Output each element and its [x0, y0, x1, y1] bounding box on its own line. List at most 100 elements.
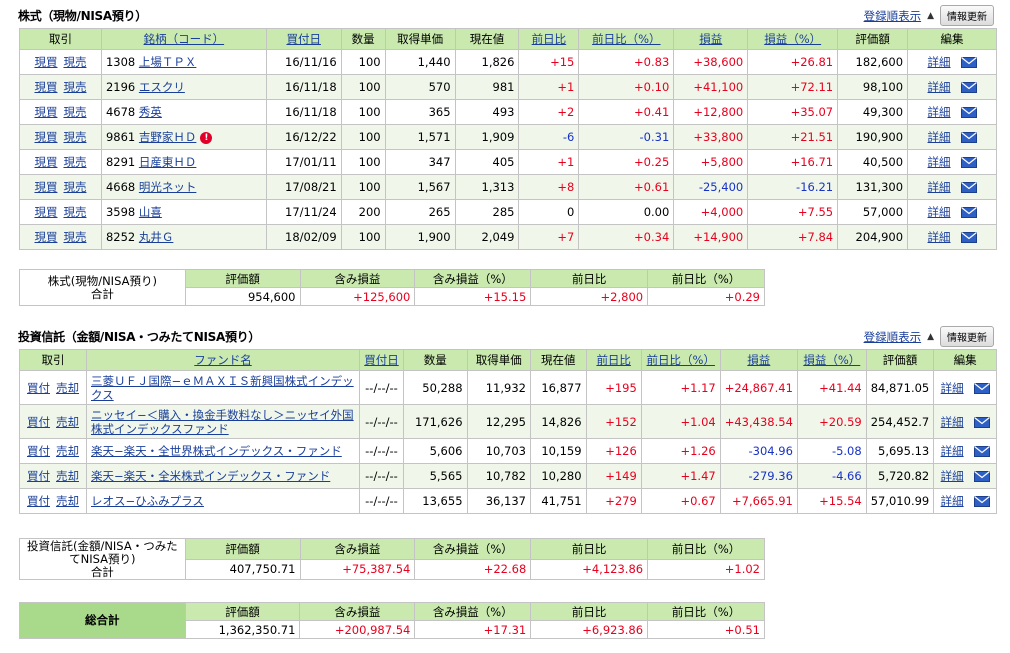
- sell-link[interactable]: 現売: [63, 180, 86, 194]
- sell-link[interactable]: 現売: [63, 55, 86, 69]
- funds-sort-link[interactable]: 登録順表示: [864, 329, 922, 345]
- detail-link[interactable]: 詳細: [928, 130, 951, 144]
- buy-link[interactable]: 現買: [34, 155, 57, 169]
- day-change-pct: +0.61: [578, 174, 675, 200]
- detail-link[interactable]: 詳細: [928, 205, 951, 219]
- mail-icon[interactable]: [973, 382, 990, 394]
- column-header[interactable]: 前日比: [518, 28, 580, 50]
- sell-link[interactable]: 現売: [63, 80, 86, 94]
- buy-link[interactable]: 買付: [27, 469, 50, 483]
- mail-icon[interactable]: [960, 57, 977, 68]
- security-name-link[interactable]: 秀英: [139, 105, 162, 119]
- funds-update-button[interactable]: 情報更新: [940, 326, 994, 347]
- security-name-link[interactable]: 丸井Ｇ: [139, 230, 174, 244]
- security-code: 8291: [105, 155, 136, 169]
- unit-cost: 570: [384, 74, 456, 100]
- buy-link[interactable]: 現買: [34, 105, 57, 119]
- sell-link[interactable]: 現売: [63, 130, 86, 144]
- buy-link[interactable]: 買付: [27, 415, 50, 429]
- buy-link[interactable]: 現買: [34, 80, 57, 94]
- security-name-link[interactable]: 明光ネット: [139, 180, 197, 194]
- column-header[interactable]: 前日比（%）: [578, 28, 675, 50]
- buy-link[interactable]: 買付: [27, 494, 50, 508]
- buy-link[interactable]: 現買: [34, 180, 57, 194]
- market-value: 131,300: [837, 174, 909, 200]
- mail-icon[interactable]: [960, 232, 977, 243]
- column-header[interactable]: 損益: [673, 28, 749, 50]
- column-header[interactable]: 買付日: [265, 28, 342, 50]
- detail-link[interactable]: 詳細: [928, 180, 951, 194]
- current-price: 1,826: [454, 49, 520, 75]
- sell-link[interactable]: 現売: [63, 155, 86, 169]
- mail-icon[interactable]: [960, 82, 977, 93]
- mail-icon[interactable]: [960, 157, 977, 168]
- sell-link[interactable]: 売却: [56, 415, 79, 429]
- current-price: 10,159: [529, 438, 587, 464]
- market-value: 204,900: [837, 224, 909, 250]
- sell-link[interactable]: 現売: [63, 205, 86, 219]
- fund-name-link[interactable]: 楽天−楽天・全世界株式インデックス・ファンド: [91, 444, 342, 458]
- summary-header: 前日比（%）: [647, 602, 765, 621]
- fund-name-link[interactable]: 楽天−楽天・全米株式インデックス・ファンド: [91, 469, 330, 483]
- table-row: 現買 現売 1308 上場ＴＰＸ 16/11/16 100 1,440 1,826 +15 +0…: [19, 49, 997, 75]
- sell-link[interactable]: 売却: [56, 469, 79, 483]
- column-header[interactable]: 損益（%）: [747, 28, 839, 50]
- detail-link[interactable]: 詳細: [928, 105, 951, 119]
- detail-link[interactable]: 詳細: [941, 494, 964, 508]
- buy-link[interactable]: 買付: [27, 381, 50, 395]
- column-header[interactable]: 銘柄（コード）: [100, 28, 267, 50]
- security-cell: 4668 明光ネット: [100, 174, 267, 200]
- detail-link[interactable]: 詳細: [928, 155, 951, 169]
- sell-link[interactable]: 売却: [56, 381, 79, 395]
- summary-value: +0.29: [647, 287, 765, 306]
- buy-link[interactable]: 現買: [34, 130, 57, 144]
- security-name-link[interactable]: 上場ＴＰＸ: [139, 55, 197, 69]
- mail-icon[interactable]: [973, 496, 990, 507]
- column-header[interactable]: 損益（%）: [796, 349, 867, 371]
- column-header[interactable]: 前日比（%）: [640, 349, 721, 371]
- summary-header: 含み損益: [299, 602, 416, 621]
- buy-link[interactable]: 買付: [27, 444, 50, 458]
- sell-link[interactable]: 売却: [56, 494, 79, 508]
- profit-loss: +5,800: [673, 149, 749, 175]
- mail-icon[interactable]: [960, 182, 977, 193]
- detail-link[interactable]: 詳細: [941, 469, 964, 483]
- mail-icon[interactable]: [973, 416, 990, 428]
- security-name-link[interactable]: 山喜: [139, 205, 162, 219]
- buy-link[interactable]: 現買: [34, 230, 57, 244]
- buy-link[interactable]: 現買: [34, 205, 57, 219]
- security-name-link[interactable]: 日産東ＨＤ: [139, 155, 197, 169]
- day-change-pct: +0.10: [578, 74, 675, 100]
- sell-link[interactable]: 売却: [56, 444, 79, 458]
- unit-cost: 11,932: [466, 370, 531, 405]
- detail-link[interactable]: 詳細: [941, 381, 964, 395]
- fund-name-link[interactable]: 三菱ＵＦＪ国際−ｅＭＡＸＩＳ新興国株式インデックス: [91, 374, 354, 402]
- mail-icon[interactable]: [973, 471, 990, 482]
- stocks-sort-link[interactable]: 登録順表示: [864, 8, 922, 24]
- sell-link[interactable]: 現売: [63, 105, 86, 119]
- edit-cell: 詳細: [933, 463, 997, 489]
- column-header[interactable]: 前日比: [585, 349, 642, 371]
- warning-icon[interactable]: !: [200, 131, 213, 144]
- column-header[interactable]: 買付日: [359, 349, 404, 371]
- detail-link[interactable]: 詳細: [941, 444, 964, 458]
- mail-icon[interactable]: [973, 446, 990, 457]
- column-header[interactable]: ファンド名: [86, 349, 360, 371]
- fund-name-link[interactable]: ニッセイ−＜購入・換金手数料なし＞ニッセイ外国株式インデックスファンド: [91, 408, 354, 436]
- buy-link[interactable]: 現買: [34, 55, 57, 69]
- mail-icon[interactable]: [960, 107, 977, 118]
- sell-link[interactable]: 現売: [63, 230, 86, 244]
- purchase-date: 16/11/18: [265, 99, 342, 125]
- detail-link[interactable]: 詳細: [941, 415, 964, 429]
- fund-name-link[interactable]: レオス−ひふみプラス: [91, 494, 204, 508]
- detail-link[interactable]: 詳細: [928, 80, 951, 94]
- mail-icon[interactable]: [960, 207, 977, 218]
- column-header[interactable]: 損益: [719, 349, 798, 371]
- stocks-update-button[interactable]: 情報更新: [940, 5, 994, 26]
- detail-link[interactable]: 詳細: [928, 230, 951, 244]
- security-name-link[interactable]: 吉野家ＨＤ: [139, 130, 197, 144]
- detail-link[interactable]: 詳細: [928, 55, 951, 69]
- column-header: 現在値: [454, 28, 520, 50]
- security-name-link[interactable]: エスクリ: [139, 80, 185, 94]
- mail-icon[interactable]: [960, 132, 977, 143]
